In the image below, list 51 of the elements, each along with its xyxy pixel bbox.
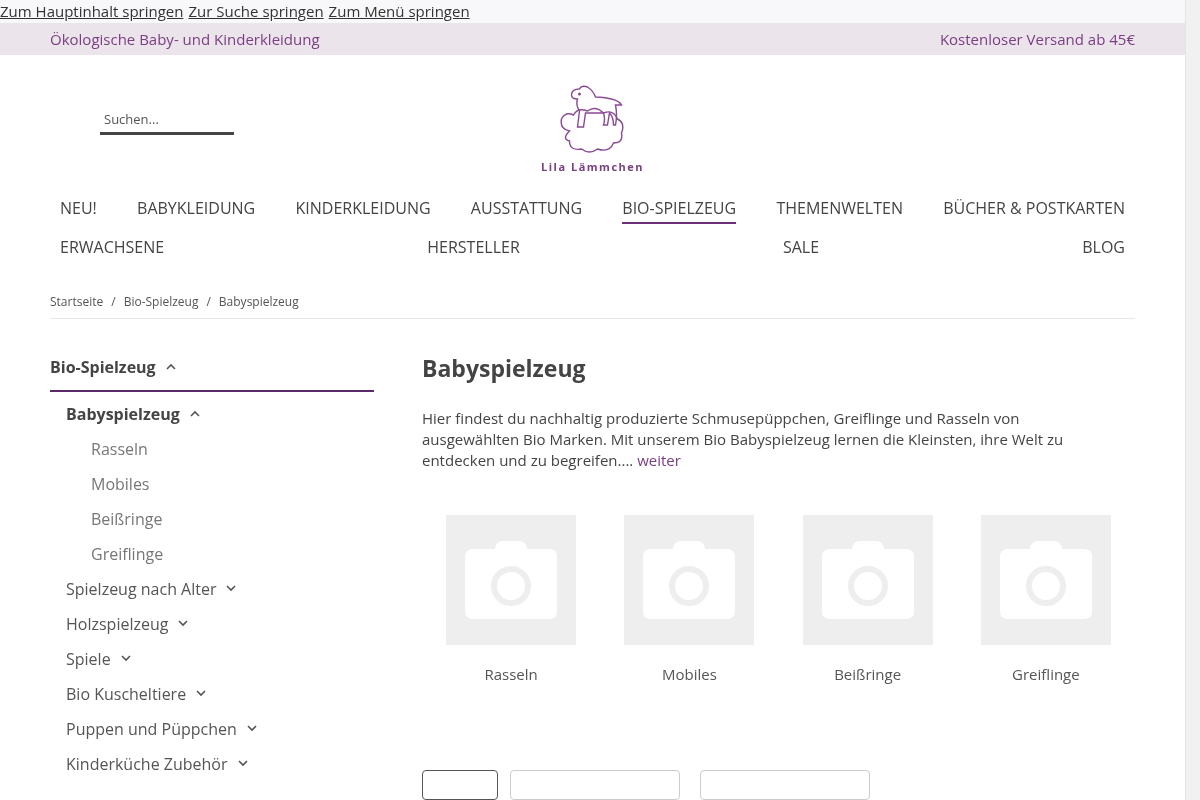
sidebar-item[interactable]: Beißringe [91, 501, 163, 536]
sidebar-item[interactable]: Bio Kuscheltiere [66, 676, 207, 711]
sidebar-item[interactable]: Spiele [66, 641, 131, 676]
sidebar-item[interactable]: Mobiles [91, 466, 150, 501]
nav-link[interactable]: BABYKLEIDUNG [137, 195, 256, 224]
more-link[interactable]: weiter [637, 449, 681, 470]
skip-link[interactable]: Zum Menü springen [328, 0, 470, 23]
nav-link[interactable]: KINDERKLEIDUNG [295, 195, 431, 224]
breadcrumb-link[interactable]: Babyspielzeug [218, 293, 299, 311]
chevron-down-icon [246, 725, 257, 732]
breadcrumb-separator: / [206, 293, 211, 311]
nav-link[interactable]: BIO-SPIELZEUG [622, 195, 737, 224]
breadcrumb-link[interactable]: Startseite [50, 293, 104, 311]
category-tile-label[interactable]: Greiflinge [1012, 662, 1080, 685]
nav-link[interactable]: SALE [782, 234, 820, 263]
logo-text: Lila Lämmchen [541, 159, 644, 176]
select-control[interactable] [422, 770, 498, 800]
search-field[interactable]: Suchen... [100, 110, 234, 135]
sidebar-item[interactable]: Babyspielzeug [66, 396, 200, 431]
sidebar-item[interactable]: Spielzeug nach Alter [66, 571, 237, 606]
category-tile-label[interactable]: Rasseln [484, 662, 538, 685]
nav-link[interactable]: BÜCHER & POSTKARTEN [943, 195, 1125, 224]
sidebar-item[interactable]: Kinderküche Zubehör [66, 746, 248, 781]
sidebar-item[interactable]: Holzspielzeug [66, 606, 189, 641]
chevron-down-icon [196, 690, 207, 697]
chevron-down-icon [226, 585, 237, 592]
nav-link[interactable]: ERWACHSENE [60, 234, 165, 263]
skip-link[interactable]: Zur Suche springen [188, 0, 324, 23]
category-description: Hier findest du nachhaltig produzierte Schmusepüppchen, Greiflinge und Rasseln von ausgewählten Bio Marken. Mit unserem Bio Babyspielzeug lernen die Kleinsten, ihre Welt zu entdecken und zu begreifen.... weiter [422, 407, 1065, 471]
sidebar-item[interactable]: Greiflinge [91, 536, 164, 571]
chevron-down-icon [237, 760, 248, 767]
sidebar-item[interactable]: Rasseln [91, 431, 148, 466]
tagline: Ökologische Baby- und Kinderkleidung [50, 27, 320, 51]
category-tile-label[interactable]: Mobiles [661, 662, 717, 685]
chevron-down-icon [178, 620, 189, 627]
chevron-up-icon [165, 363, 176, 370]
nav-link[interactable]: BLOG [1082, 234, 1125, 263]
nav-link[interactable]: HERSTELLER [427, 234, 520, 263]
breadcrumb-separator: / [111, 293, 116, 311]
page-heading: Babyspielzeug [422, 351, 587, 386]
nav-link[interactable]: AUSSTATTUNG [470, 195, 583, 224]
sidebar-item[interactable]: Bio-Spielzeug [50, 349, 176, 384]
shipping-notice: Kostenloser Versand ab 45€ [939, 27, 1135, 51]
chevron-down-icon [120, 655, 131, 662]
sidebar-item[interactable]: Puppen und Püppchen [66, 711, 257, 746]
breadcrumb-link[interactable]: Bio-Spielzeug [123, 293, 199, 311]
chevron-up-icon [189, 410, 200, 417]
nav-link[interactable]: NEU! [60, 195, 97, 224]
category-tile-label[interactable]: Beißringe [834, 662, 902, 685]
nav-link[interactable]: THEMENWELTEN [776, 195, 903, 224]
skip-link[interactable]: Zum Hauptinhalt springen [0, 0, 184, 23]
